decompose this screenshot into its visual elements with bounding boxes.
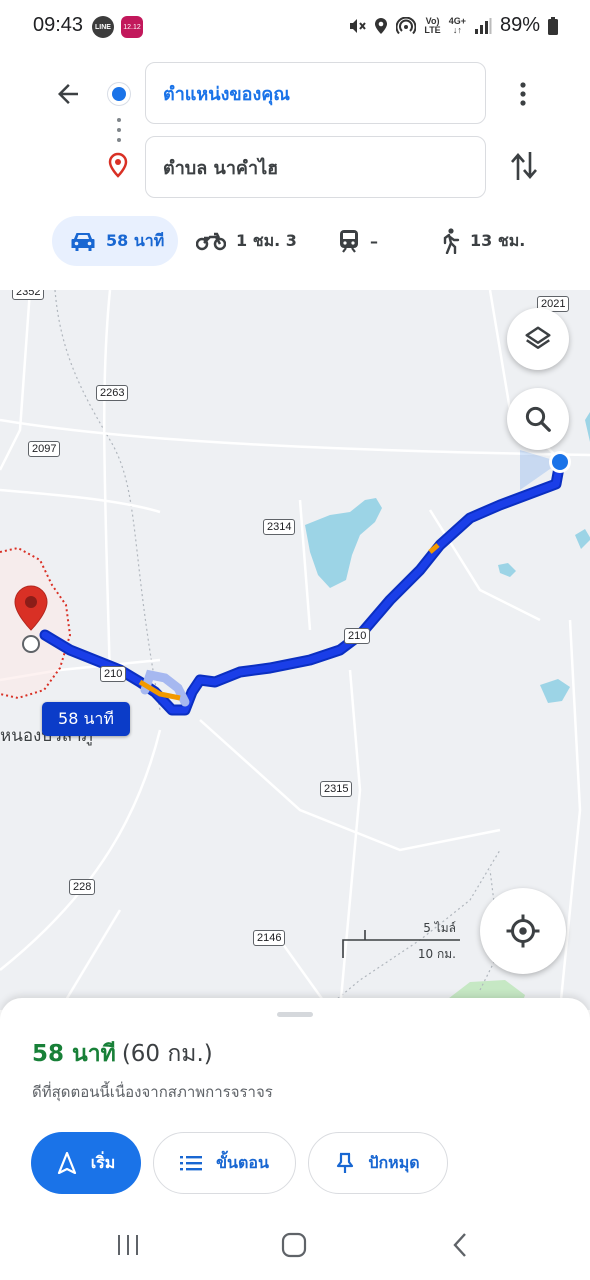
mode-driving-label: 58 นาที	[106, 230, 165, 250]
my-location-button[interactable]	[480, 888, 566, 974]
pin-button[interactable]: ปักหมุด	[308, 1132, 448, 1194]
scale-miles: 5 ไมล์	[423, 921, 456, 935]
layers-icon	[525, 326, 551, 349]
line-app-icon: LINE	[92, 16, 114, 38]
road-shield: 2146	[253, 930, 286, 946]
route-note: ดีที่สุดตอนนี้เนื่องจากสภาพการจราจร	[32, 1083, 273, 1101]
shopping-app-icon: 12.12	[121, 16, 143, 38]
network-type-icon: 4G+ ↓↑	[448, 15, 466, 35]
signal-icon	[474, 17, 492, 34]
navigation-arrow-icon	[57, 1152, 76, 1174]
more-vert-icon	[520, 82, 526, 106]
directions-header: ตำแหน่งของคุณ ตำบล นาคำไฮ 58 นาที 1 ชม. …	[0, 56, 590, 290]
notification-icons: LINE 12.12	[92, 16, 143, 38]
system-icons: Vo) LTE 4G+ ↓↑ 89%	[348, 14, 558, 37]
road-shield: 2314	[263, 519, 296, 535]
list-icon	[180, 1156, 203, 1171]
home-button[interactable]	[274, 1230, 314, 1260]
mode-walking-label: 13 ชม.	[470, 230, 526, 250]
recents-button[interactable]	[108, 1230, 148, 1260]
drag-handle[interactable]	[277, 1012, 313, 1017]
walk-icon	[443, 228, 460, 254]
chevron-left-icon	[453, 1233, 466, 1257]
road-shield: 210	[100, 666, 127, 682]
mode-walking-tab[interactable]: 13 ชม.	[440, 216, 525, 266]
location-icon	[375, 17, 388, 34]
mode-driving-tab[interactable]: 58 นาที	[52, 216, 178, 266]
destination-field[interactable]: ตำบล นาคำไฮ	[145, 136, 486, 198]
lte-label: LTE	[424, 24, 441, 35]
pond	[575, 529, 590, 549]
origin-field[interactable]: ตำแหน่งของคุณ	[145, 62, 486, 124]
mode-motorcycle-label: 1 ชม. 3	[236, 230, 297, 250]
system-nav-bar	[0, 1212, 590, 1280]
route-duration: 58 นาที	[32, 1041, 116, 1067]
swap-button[interactable]	[504, 144, 544, 188]
destination-point	[22, 635, 40, 653]
mode-transit-label: –	[370, 231, 378, 251]
map-view[interactable]: 2352 2021 2263 2097 2314 210 210 2315 22…	[0, 290, 590, 1010]
back-button[interactable]	[48, 74, 88, 114]
reservoir	[305, 498, 382, 588]
search-icon	[525, 406, 551, 432]
road-shield: 2352	[12, 290, 45, 300]
map-scale: 5 ไมล์ 10 กม.	[343, 915, 460, 961]
transit-icon	[340, 230, 358, 253]
motorcycle-icon	[196, 232, 226, 251]
back-nav-button[interactable]	[440, 1230, 480, 1260]
status-time: 09:43	[33, 14, 84, 36]
home-icon	[281, 1232, 307, 1258]
hotspot-icon	[396, 16, 417, 34]
pond	[585, 412, 590, 442]
road-shield: 2263	[96, 385, 129, 401]
start-label: เริ่ม	[90, 1152, 116, 1172]
search-along-route-button[interactable]	[507, 388, 569, 450]
pin-label: ปักหมุด	[368, 1152, 420, 1172]
route-summary: 58 นาที (60 กม.)	[32, 1036, 213, 1072]
destination-pin-icon	[108, 152, 128, 178]
status-bar: 09:43 LINE 12.12 Vo) LTE 4G+ ↓↑ 89%	[0, 0, 590, 56]
steps-button[interactable]: ขั้นตอน	[153, 1132, 296, 1194]
pin-icon	[337, 1152, 354, 1173]
volte-icon: Vo) LTE	[424, 16, 441, 35]
road-shield: 2097	[28, 441, 61, 457]
swap-vert-icon	[511, 152, 537, 180]
mute-icon	[350, 18, 367, 33]
origin-marker-icon	[108, 83, 130, 105]
battery-icon	[548, 16, 558, 35]
road-shield: 210	[344, 628, 371, 644]
more-options-button[interactable]	[508, 76, 538, 112]
start-navigation-button[interactable]: เริ่ม	[31, 1132, 141, 1194]
road-shield: 2315	[320, 781, 353, 797]
route-distance: (60 กม.)	[121, 1041, 213, 1067]
mode-motorcycle-tab[interactable]: 1 ชม. 3	[196, 216, 297, 266]
steps-label: ขั้นตอน	[216, 1152, 269, 1172]
battery-percent: 89%	[499, 14, 540, 36]
road-shield: 228	[69, 879, 96, 895]
layers-button[interactable]	[507, 308, 569, 370]
pond	[498, 563, 516, 577]
travel-mode-tabs: 58 นาที 1 ชม. 3 – 13 ชม.	[0, 216, 590, 266]
pond	[540, 679, 570, 703]
route-connector	[117, 118, 121, 142]
scale-km: 10 กม.	[417, 947, 456, 961]
my-location-icon	[506, 914, 540, 948]
mode-transit-tab[interactable]: –	[338, 216, 378, 266]
route-duration-callout[interactable]: 58 นาที	[42, 702, 130, 736]
recents-icon	[118, 1235, 138, 1255]
arrow-back-icon	[58, 84, 78, 104]
car-icon	[71, 233, 95, 251]
